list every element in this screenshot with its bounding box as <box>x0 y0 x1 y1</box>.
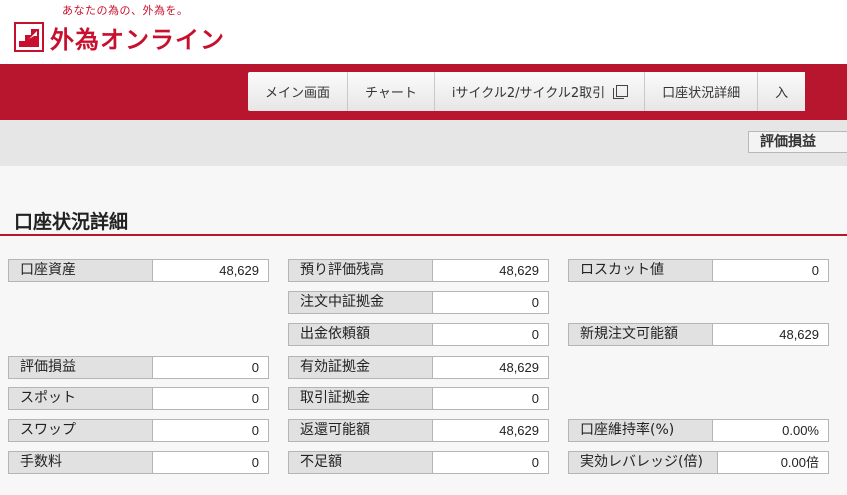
losscut-value-field: ロスカット値 0 <box>568 259 829 282</box>
field-value: 0 <box>433 387 549 410</box>
field-label: 新規注文可能額 <box>568 323 713 346</box>
field-label: 不足額 <box>288 451 433 474</box>
nav-item-deposit[interactable]: 入 <box>757 72 806 111</box>
shortfall-field: 不足額 0 <box>288 451 549 474</box>
nav-item-label: 口座状況詳細 <box>662 86 741 101</box>
sub-bar: 評価損益 <box>0 120 847 166</box>
logo-stairs-icon <box>14 22 44 52</box>
field-label: 出金依頼額 <box>288 323 433 346</box>
nav-item-account-status[interactable]: 口座状況詳細 <box>644 72 758 111</box>
field-label: 有効証拠金 <box>288 356 433 379</box>
deposit-valuation-field: 預り評価残高 48,629 <box>288 259 549 282</box>
header: あなたの為の、外為を。 外為オンライン <box>0 0 847 64</box>
new-order-available-field: 新規注文可能額 48,629 <box>568 323 829 346</box>
swap-field: スワップ 0 <box>8 419 269 442</box>
nav-item-label: チャート <box>365 86 417 101</box>
nav-band: メイン画面 チャート iサイクル2/サイクル2取引 口座状況詳細 入 <box>0 64 847 120</box>
field-label: 実効レバレッジ(倍) <box>568 451 718 474</box>
field-label: 口座資産 <box>8 259 153 282</box>
nav-item-label: iサイクル2/サイクル2取引 <box>451 86 606 101</box>
field-value: 0 <box>153 387 269 410</box>
field-label: スワップ <box>8 419 153 442</box>
field-label: ロスカット値 <box>568 259 713 282</box>
field-label: 預り評価残高 <box>288 259 433 282</box>
trade-margin-field: 取引証拠金 0 <box>288 387 549 410</box>
main-nav: メイン画面 チャート iサイクル2/サイクル2取引 口座状況詳細 入 <box>248 72 806 111</box>
field-value: 48,629 <box>433 356 549 379</box>
nav-item-chart[interactable]: チャート <box>347 72 434 111</box>
field-label: 取引証拠金 <box>288 387 433 410</box>
maintenance-rate-field: 口座維持率(%) 0.00% <box>568 419 829 442</box>
nav-item-label: メイン画面 <box>265 86 331 101</box>
field-label: 口座維持率(%) <box>568 419 713 442</box>
field-value: 48,629 <box>433 259 549 282</box>
nav-item-icycle-trade[interactable]: iサイクル2/サイクル2取引 <box>433 72 645 111</box>
title-divider <box>0 234 847 236</box>
field-value: 0.00倍 <box>718 451 829 474</box>
spot-field: スポット 0 <box>8 387 269 410</box>
field-label: スポット <box>8 387 153 410</box>
page-title: 口座状況詳細 <box>14 211 129 233</box>
logo[interactable]: 外為オンライン <box>14 20 225 54</box>
tab-valuation-pl[interactable]: 評価損益 <box>748 131 847 153</box>
logo-text: 外為オンライン <box>50 25 225 54</box>
field-value: 0 <box>153 356 269 379</box>
field-value: 48,629 <box>153 259 269 282</box>
field-value: 0.00% <box>713 419 829 442</box>
effective-leverage-field: 実効レバレッジ(倍) 0.00倍 <box>568 451 829 474</box>
field-label: 手数料 <box>8 451 153 474</box>
field-value: 0 <box>153 419 269 442</box>
field-label: 返還可能額 <box>288 419 433 442</box>
field-value: 0 <box>713 259 829 282</box>
field-label: 評価損益 <box>8 356 153 379</box>
field-value: 48,629 <box>713 323 829 346</box>
nav-item-label: 入 <box>775 86 789 101</box>
valuation-pl-field: 評価損益 0 <box>8 356 269 379</box>
order-margin-field: 注文中証拠金 0 <box>288 291 549 314</box>
tagline: あなたの為の、外為を。 <box>62 4 189 17</box>
field-value: 0 <box>433 323 549 346</box>
returnable-amount-field: 返還可能額 48,629 <box>288 419 549 442</box>
field-value: 0 <box>433 451 549 474</box>
effective-margin-field: 有効証拠金 48,629 <box>288 356 549 379</box>
new-window-icon <box>613 84 629 99</box>
field-value: 48,629 <box>433 419 549 442</box>
field-label: 注文中証拠金 <box>288 291 433 314</box>
withdrawal-request-field: 出金依頼額 0 <box>288 323 549 346</box>
nav-item-main-screen[interactable]: メイン画面 <box>248 72 348 111</box>
field-value: 0 <box>153 451 269 474</box>
fee-field: 手数料 0 <box>8 451 269 474</box>
field-value: 0 <box>433 291 549 314</box>
account-assets-field: 口座資産 48,629 <box>8 259 269 282</box>
